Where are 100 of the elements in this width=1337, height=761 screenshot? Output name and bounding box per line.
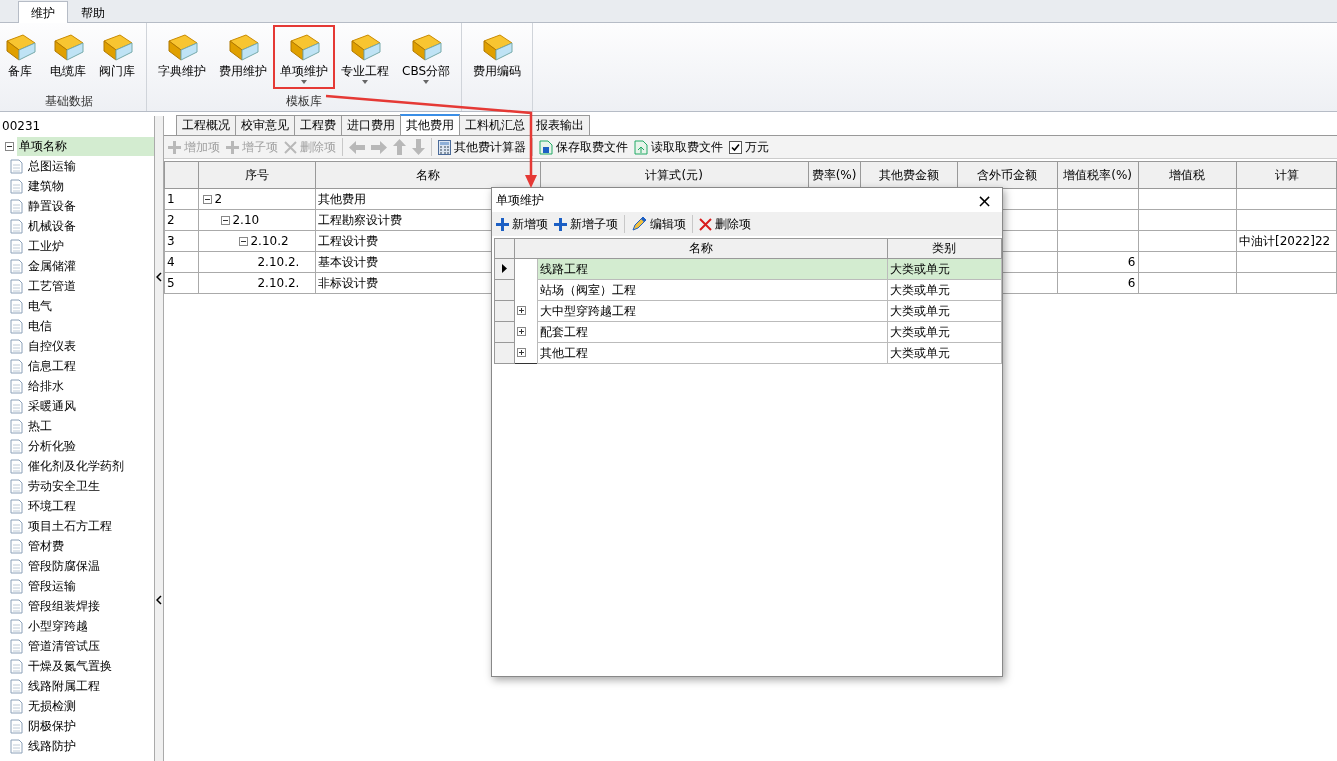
tree-item[interactable]: 催化剂及化学药剂 xyxy=(26,456,126,476)
toolbar-button[interactable]: 编辑项 xyxy=(631,215,686,233)
tree-item[interactable]: 静置设备 xyxy=(26,196,78,216)
collapse-icon[interactable] xyxy=(5,141,14,151)
tree-item[interactable]: 阴极保护 xyxy=(26,716,78,736)
tree-item[interactable]: 热工 xyxy=(26,416,54,436)
ribbon-button[interactable]: 阀门库 xyxy=(94,27,140,83)
expand-icon[interactable] xyxy=(516,306,526,315)
open-file-icon xyxy=(634,139,648,155)
dialog-title: 单项维护 xyxy=(496,191,544,209)
tree-item[interactable]: 管材费 xyxy=(26,536,66,556)
tree-item[interactable]: 劳动安全卫生 xyxy=(26,476,102,496)
column-header[interactable]: 名称 xyxy=(514,238,888,259)
column-header[interactable]: 计算式(元) xyxy=(540,161,809,189)
document-icon xyxy=(10,638,23,654)
column-header[interactable]: 名称 xyxy=(315,161,541,189)
save-file-icon xyxy=(539,139,553,155)
document-icon xyxy=(10,158,23,174)
ribbon-button[interactable]: 专业工程 xyxy=(336,27,394,87)
ribbon-button[interactable]: CBS分部 xyxy=(397,27,456,87)
document-icon xyxy=(10,238,23,254)
ribbon-button[interactable]: 字典维护 xyxy=(153,27,211,83)
chevron-left-icon[interactable] xyxy=(156,594,162,605)
tab[interactable]: 报表输出 xyxy=(530,115,590,135)
tab[interactable]: 工程概况 xyxy=(176,115,236,135)
toolbar-button[interactable]: 其他费计算器 xyxy=(438,138,526,156)
tab[interactable]: 工程费 xyxy=(294,115,342,135)
tree-item[interactable]: 管段防腐保温 xyxy=(26,556,102,576)
tree-item[interactable]: 管段组装焊接 xyxy=(26,596,102,616)
column-header[interactable]: 其他费金额 xyxy=(860,161,958,189)
tree-item[interactable]: 无损检测 xyxy=(26,696,78,716)
chevron-left-icon[interactable] xyxy=(156,272,162,283)
document-icon xyxy=(10,358,23,374)
ribbon-button[interactable]: 备库 xyxy=(0,27,42,83)
column-header[interactable]: 增值税 xyxy=(1138,161,1237,189)
collapse-icon[interactable] xyxy=(221,215,231,225)
tree-item[interactable]: 工业炉 xyxy=(26,236,66,256)
checkbox[interactable] xyxy=(729,140,742,154)
tree-item[interactable]: 环境工程 xyxy=(26,496,78,516)
tree-item[interactable]: 管段运输 xyxy=(26,576,78,596)
tab[interactable]: 进口费用 xyxy=(341,115,401,135)
toolbar-button[interactable]: 读取取费文件 xyxy=(634,138,723,156)
expand-icon[interactable] xyxy=(516,347,526,357)
tree-item[interactable]: 单项名称 xyxy=(17,136,154,156)
document-icon xyxy=(10,278,23,294)
collapse-icon[interactable] xyxy=(203,194,213,204)
column-header[interactable]: 类别 xyxy=(887,238,1002,259)
column-header[interactable]: 增值税率(%) xyxy=(1057,161,1138,189)
tree-item[interactable]: 线路防护 xyxy=(26,736,78,756)
tree-item[interactable]: 信息工程 xyxy=(26,356,78,376)
document-icon xyxy=(10,558,23,574)
ribbon-button[interactable]: 费用维护 xyxy=(214,27,272,83)
tree-item[interactable]: 总图运输 xyxy=(26,156,78,176)
document-icon xyxy=(10,198,23,214)
toolbar-button[interactable]: 保存取费文件 xyxy=(539,138,628,156)
ribbon-button[interactable]: 费用编码 xyxy=(468,27,527,83)
column-header[interactable]: 计算 xyxy=(1236,161,1337,189)
tree-item[interactable]: 00231 xyxy=(0,118,43,134)
tree-item[interactable]: 管道清管试压 xyxy=(26,636,102,656)
column-header[interactable]: 含外币金额 xyxy=(957,161,1058,189)
tree-item[interactable]: 小型穿跨越 xyxy=(26,616,90,636)
document-icon xyxy=(10,498,23,514)
tree-item[interactable]: 机械设备 xyxy=(26,216,78,236)
toolbar-button[interactable]: 新增子项 xyxy=(554,215,618,233)
collapse-icon[interactable] xyxy=(239,236,249,246)
ribbon-tab[interactable]: 帮助 xyxy=(68,1,118,23)
document-icon xyxy=(10,298,23,314)
checkbox-label: 万元 xyxy=(745,138,769,156)
tree-item[interactable]: 金属储灌 xyxy=(26,256,78,276)
column-header[interactable]: 序号 xyxy=(198,161,316,189)
tree-item[interactable]: 工艺管道 xyxy=(26,276,78,296)
table-cell[interactable]: 线路工程 xyxy=(537,258,888,280)
document-icon xyxy=(10,378,23,394)
tree-item[interactable]: 电信 xyxy=(26,316,54,336)
tree-item[interactable]: 项目土石方工程 xyxy=(26,516,114,536)
tree-item[interactable]: 干燥及氮气置换 xyxy=(26,656,114,676)
tree-item[interactable]: 采暖通风 xyxy=(26,396,78,416)
table-cell[interactable]: 大中型穿跨越工程 xyxy=(537,300,888,322)
tree-item[interactable]: 分析化验 xyxy=(26,436,78,456)
tree-item[interactable]: 电气 xyxy=(26,296,54,316)
document-icon xyxy=(10,258,23,274)
table-cell[interactable]: 配套工程 xyxy=(537,321,888,343)
tree-item[interactable]: 线路附属工程 xyxy=(26,676,102,696)
row-number: 3 xyxy=(164,230,199,252)
tree-item[interactable]: 给排水 xyxy=(26,376,66,396)
table-cell[interactable]: 站场（阀室）工程 xyxy=(537,279,888,301)
ribbon-button[interactable]: 电缆库 xyxy=(45,27,91,83)
tree-item[interactable]: 自控仪表 xyxy=(26,336,78,356)
ribbon-button[interactable]: 单项维护 xyxy=(275,27,333,87)
document-icon xyxy=(10,698,23,714)
document-icon xyxy=(10,438,23,454)
ribbon-tab[interactable]: 维护 xyxy=(18,1,68,23)
close-icon xyxy=(699,217,712,231)
tab[interactable]: 校审意见 xyxy=(235,115,295,135)
expand-icon[interactable] xyxy=(516,327,526,336)
toolbar-button[interactable]: 删除项 xyxy=(699,215,751,233)
table-cell[interactable]: 其他工程 xyxy=(537,342,888,364)
row-number: 2 xyxy=(164,209,199,231)
tree-item[interactable]: 建筑物 xyxy=(26,176,66,196)
tab[interactable]: 工料机汇总 xyxy=(459,115,531,135)
